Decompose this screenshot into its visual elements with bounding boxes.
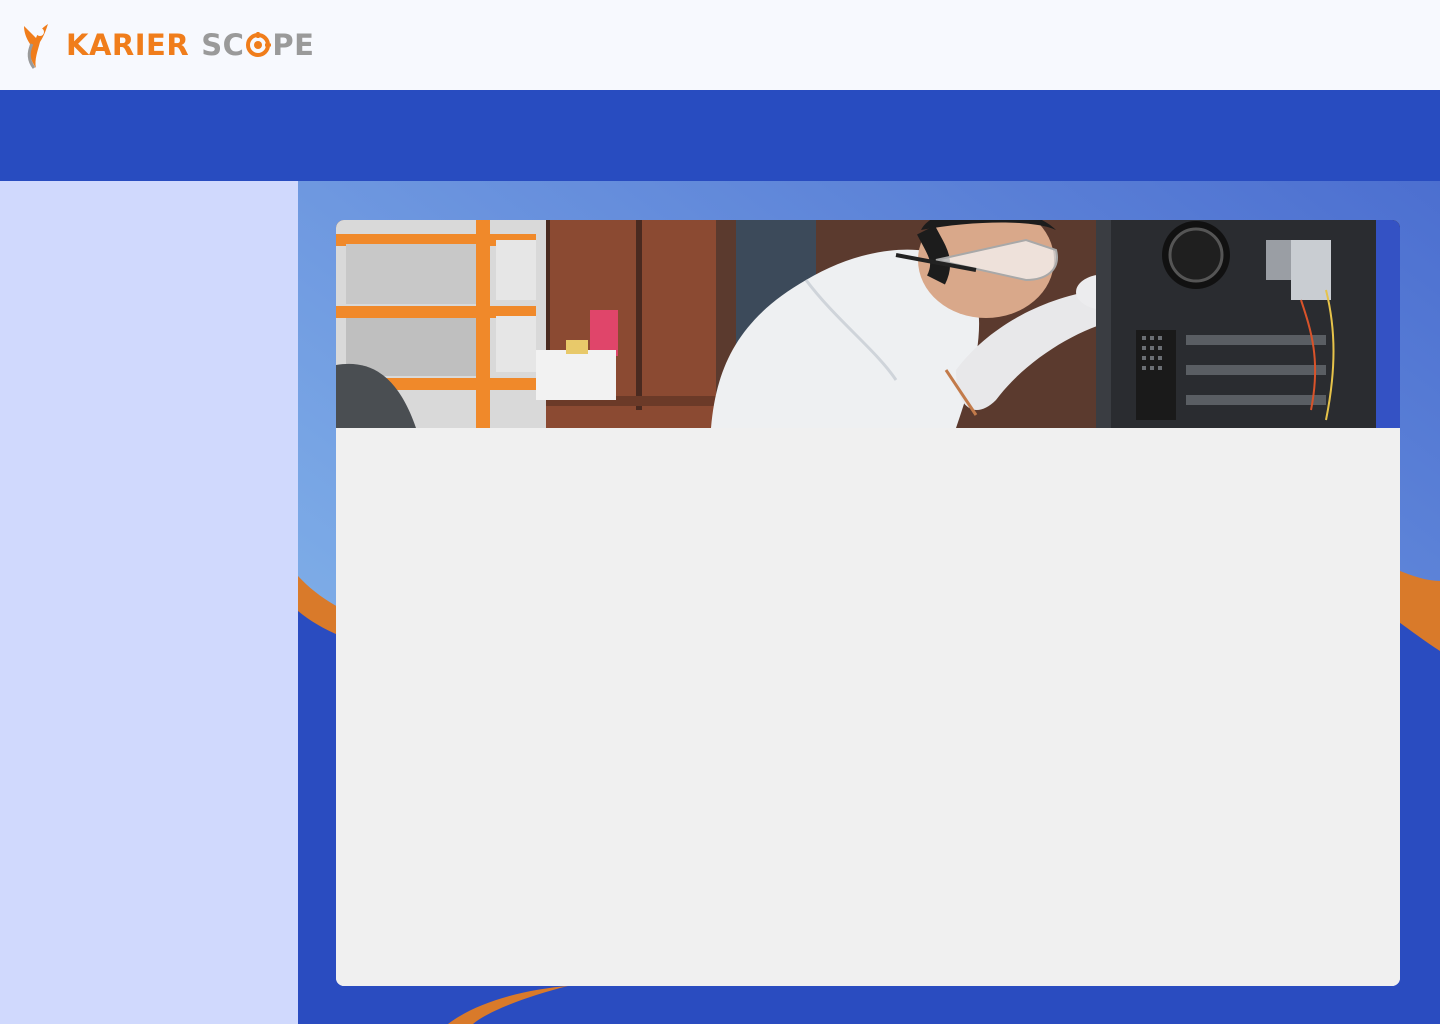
banner-image — [336, 220, 1400, 428]
person-leaping-icon — [24, 24, 48, 69]
logo-word-scope-start: SC — [201, 28, 245, 62]
sidebar — [0, 181, 298, 1024]
karier-scope-logo[interactable]: KARIER SC PE — [18, 20, 314, 70]
card-body — [336, 428, 1400, 986]
target-icon — [246, 32, 272, 57]
top-navigation-bar — [0, 90, 1440, 181]
logo-word-karier: KARIER — [66, 28, 190, 62]
app-header: KARIER SC PE — [0, 0, 1440, 90]
technician-photo-illustration — [336, 220, 1400, 428]
content-card — [336, 220, 1400, 986]
logo-word-scope-end: PE — [272, 28, 315, 62]
